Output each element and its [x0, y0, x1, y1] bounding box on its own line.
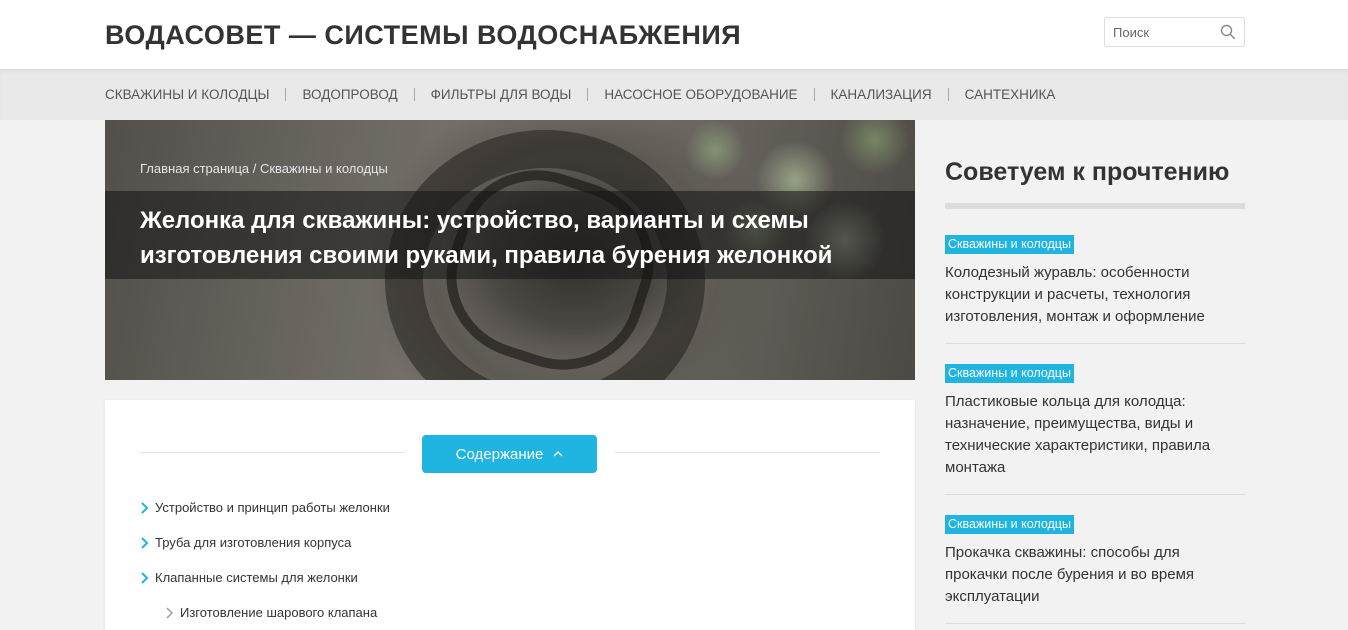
toc-item-label: Клапанные системы для желонки: [155, 570, 358, 585]
search-input[interactable]: [1105, 18, 1215, 46]
search-icon[interactable]: [1220, 24, 1236, 40]
nav-item-wells[interactable]: СКВАЖИНЫ И КОЛОДЦЫ: [105, 87, 269, 102]
sidebar-post: Скважины и колодцы Пластиковые кольца дл…: [945, 364, 1245, 495]
breadcrumb-section-link[interactable]: Скважины и колодцы: [260, 161, 388, 176]
toc-divider-right: [615, 452, 880, 453]
main-nav: СКВАЖИНЫ И КОЛОДЦЫ ВОДОПРОВОД ФИЛЬТРЫ ДЛ…: [0, 69, 1348, 120]
toc-item[interactable]: Устройство и принцип работы желонки: [140, 490, 390, 525]
search-box[interactable]: [1104, 17, 1245, 47]
toc-item[interactable]: Труба для изготовления корпуса: [140, 525, 390, 560]
chevron-up-icon: [553, 451, 563, 457]
article-card: Содержание Устройство и принцип работы ж…: [105, 400, 915, 630]
nav-item-sewerage[interactable]: КАНАЛИЗАЦИЯ: [831, 87, 932, 102]
nav-item-plumbing[interactable]: САНТЕХНИКА: [965, 87, 1056, 102]
post-title-link[interactable]: Прокачка скважины: способы для прокачки …: [945, 542, 1245, 608]
toc-button-label: Содержание: [455, 445, 544, 463]
chevron-right-icon: [141, 571, 149, 584]
nav-item-pumps[interactable]: НАСОСНОЕ ОБОРУДОВАНИЕ: [604, 87, 797, 102]
nav-separator: [947, 88, 949, 101]
post-category-tag[interactable]: Скважины и колодцы: [945, 364, 1074, 383]
post-category-tag[interactable]: Скважины и колодцы: [945, 235, 1074, 254]
toc-item-label: Труба для изготовления корпуса: [155, 535, 352, 550]
site-title[interactable]: ВОДАСОВЕТ — СИСТЕМЫ ВОДОСНАБЖЕНИЯ: [105, 20, 741, 51]
nav-separator: [413, 88, 415, 101]
sidebar-post: Скважины и колодцы Колодезный журавль: о…: [945, 235, 1245, 344]
nav-separator: [285, 88, 287, 101]
site-header: ВОДАСОВЕТ — СИСТЕМЫ ВОДОСНАБЖЕНИЯ: [0, 0, 1348, 69]
toc-item[interactable]: Клапанные системы для желонки: [140, 560, 390, 595]
nav-separator: [813, 88, 815, 101]
chevron-right-icon: [141, 501, 149, 514]
nav-separator: [587, 88, 589, 101]
sidebar-title-underline: [945, 203, 1245, 209]
page-title: Желонка для скважины: устройство, вариан…: [140, 207, 833, 269]
toc-subitem[interactable]: Изготовление шарового клапана: [140, 595, 390, 630]
post-category-tag[interactable]: Скважины и колодцы: [945, 515, 1074, 534]
post-title-link[interactable]: Колодезный журавль: особенности конструк…: [945, 262, 1245, 328]
post-title-link[interactable]: Пластиковые кольца для колодца: назначен…: [945, 391, 1245, 479]
toc-divider-left: [140, 452, 405, 453]
breadcrumb-home-link[interactable]: Главная страница: [140, 161, 249, 176]
nav-item-water-supply[interactable]: ВОДОПРОВОД: [302, 87, 397, 102]
sidebar-title: Советуем к прочтению: [945, 158, 1230, 186]
breadcrumb: Главная страница / Скважины и колодцы: [140, 161, 388, 176]
toc-item-label: Изготовление шарового клапана: [180, 605, 378, 620]
sidebar: Советуем к прочтению Скважины и колодцы …: [945, 120, 1245, 630]
nav-item-water-filters[interactable]: ФИЛЬТРЫ ДЛЯ ВОДЫ: [431, 87, 572, 102]
chevron-right-icon: [166, 607, 173, 618]
toc-list: Устройство и принцип работы желонки Труб…: [140, 490, 390, 630]
toc-item-label: Устройство и принцип работы желонки: [155, 500, 390, 515]
chevron-right-icon: [141, 536, 149, 549]
hero-image: Главная страница / Скважины и колодцы Же…: [105, 120, 915, 380]
toc-toggle-button[interactable]: Содержание: [422, 435, 597, 473]
sidebar-post: Скважины и колодцы Прокачка скважины: сп…: [945, 515, 1245, 624]
breadcrumb-separator: /: [249, 161, 260, 176]
nav-list: СКВАЖИНЫ И КОЛОДЦЫ ВОДОПРОВОД ФИЛЬТРЫ ДЛ…: [105, 69, 1055, 120]
